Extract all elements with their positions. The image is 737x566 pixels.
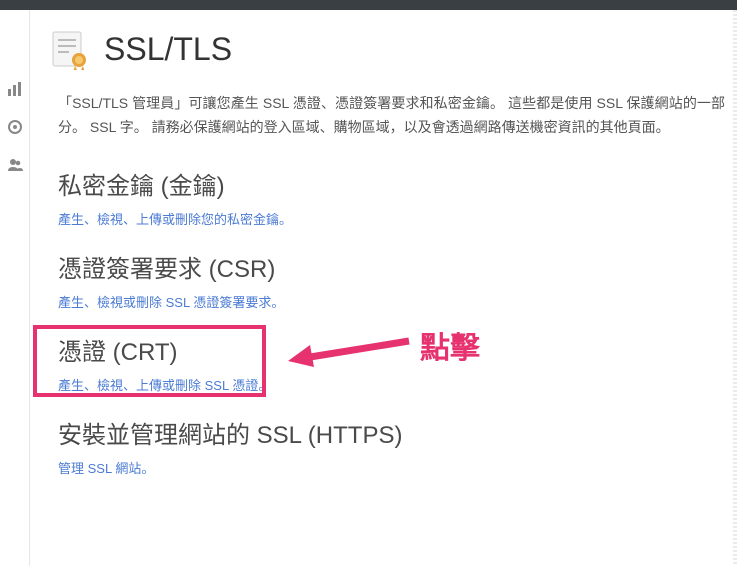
stats-icon[interactable] <box>0 70 30 108</box>
manage-ssl-link[interactable]: 管理 SSL 網站。 <box>58 461 154 476</box>
section-title: 私密金鑰 (金鑰) <box>58 166 725 201</box>
private-key-link[interactable]: 產生、檢視、上傳或刪除您的私密金鑰。 <box>58 212 292 227</box>
section-title: 憑證簽署要求 (CSR) <box>58 249 725 284</box>
section-title: 安裝並管理網站的 SSL (HTTPS) <box>58 415 725 450</box>
section-private-key: 私密金鑰 (金鑰) 產生、檢視、上傳或刪除您的私密金鑰。 <box>48 166 725 229</box>
page-header: SSL/TLS <box>48 28 725 70</box>
sidebar <box>0 10 30 566</box>
main-content: SSL/TLS 「SSL/TLS 管理員」可讓您產生 SSL 憑證、憑證簽署要求… <box>30 10 733 498</box>
users-icon[interactable] <box>0 146 30 184</box>
annotation-label: 點擊 <box>420 323 480 367</box>
top-bar <box>0 0 737 10</box>
ssl-page-icon <box>48 28 90 70</box>
intro-text: 「SSL/TLS 管理員」可讓您產生 SSL 憑證、憑證簽署要求和私密金鑰。 這… <box>48 92 725 140</box>
annotation-arrow-icon <box>284 333 414 378</box>
csr-link[interactable]: 產生、檢視或刪除 SSL 憑證簽署要求。 <box>58 295 284 310</box>
dashboard-icon[interactable] <box>0 108 30 146</box>
scrollbar[interactable] <box>733 10 737 566</box>
crt-link[interactable]: 產生、檢視、上傳或刪除 SSL 憑證。 <box>58 378 271 393</box>
page-title: SSL/TLS <box>104 31 232 68</box>
section-csr: 憑證簽署要求 (CSR) 產生、檢視或刪除 SSL 憑證簽署要求。 <box>48 249 725 312</box>
section-install-ssl: 安裝並管理網站的 SSL (HTTPS) 管理 SSL 網站。 <box>48 415 725 478</box>
